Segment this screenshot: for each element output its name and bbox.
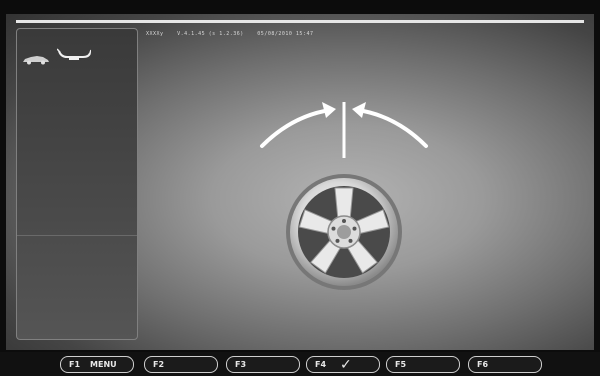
function-key-bar: F1 MENU F2 F3 F4 ✓ F5 F6 bbox=[0, 352, 600, 376]
side-panel bbox=[16, 28, 138, 340]
f5-key-label: F5 bbox=[395, 360, 407, 369]
f5-button[interactable]: F5 bbox=[386, 356, 460, 373]
machine-model: XXXXy bbox=[146, 31, 164, 37]
f6-key-label: F6 bbox=[477, 360, 489, 369]
f1-menu-button[interactable]: F1 MENU bbox=[60, 356, 134, 373]
f3-key-label: F3 bbox=[235, 360, 247, 369]
top-divider bbox=[16, 20, 584, 23]
f3-button[interactable]: F3 bbox=[226, 356, 300, 373]
clip-weight-icon bbox=[57, 48, 91, 60]
f1-key-label: F1 bbox=[69, 360, 81, 369]
alloy-wheel-icon bbox=[286, 174, 402, 290]
f1-action-label: MENU bbox=[90, 360, 117, 369]
balancer-screen: XXXXy V.4.1.45 (s 1.2.36) 05/08/2010 15:… bbox=[6, 14, 594, 350]
curved-arrow-right-icon bbox=[260, 102, 336, 148]
status-line: XXXXy V.4.1.45 (s 1.2.36) 05/08/2010 15:… bbox=[146, 31, 323, 37]
f2-button[interactable]: F2 bbox=[144, 356, 218, 373]
wheel-illustration bbox=[260, 102, 428, 290]
panel-divider bbox=[17, 235, 137, 236]
f4-confirm-button[interactable]: F4 ✓ bbox=[306, 356, 380, 373]
f2-key-label: F2 bbox=[153, 360, 165, 369]
software-version: V.4.1.45 (s 1.2.36) bbox=[177, 31, 244, 37]
f6-button[interactable]: F6 bbox=[468, 356, 542, 373]
curved-arrow-left-icon bbox=[352, 102, 428, 148]
f4-key-label: F4 bbox=[315, 360, 327, 369]
car-icon bbox=[23, 56, 49, 65]
date-time: 05/08/2010 15:47 bbox=[257, 31, 314, 37]
check-icon: ✓ bbox=[340, 356, 352, 373]
